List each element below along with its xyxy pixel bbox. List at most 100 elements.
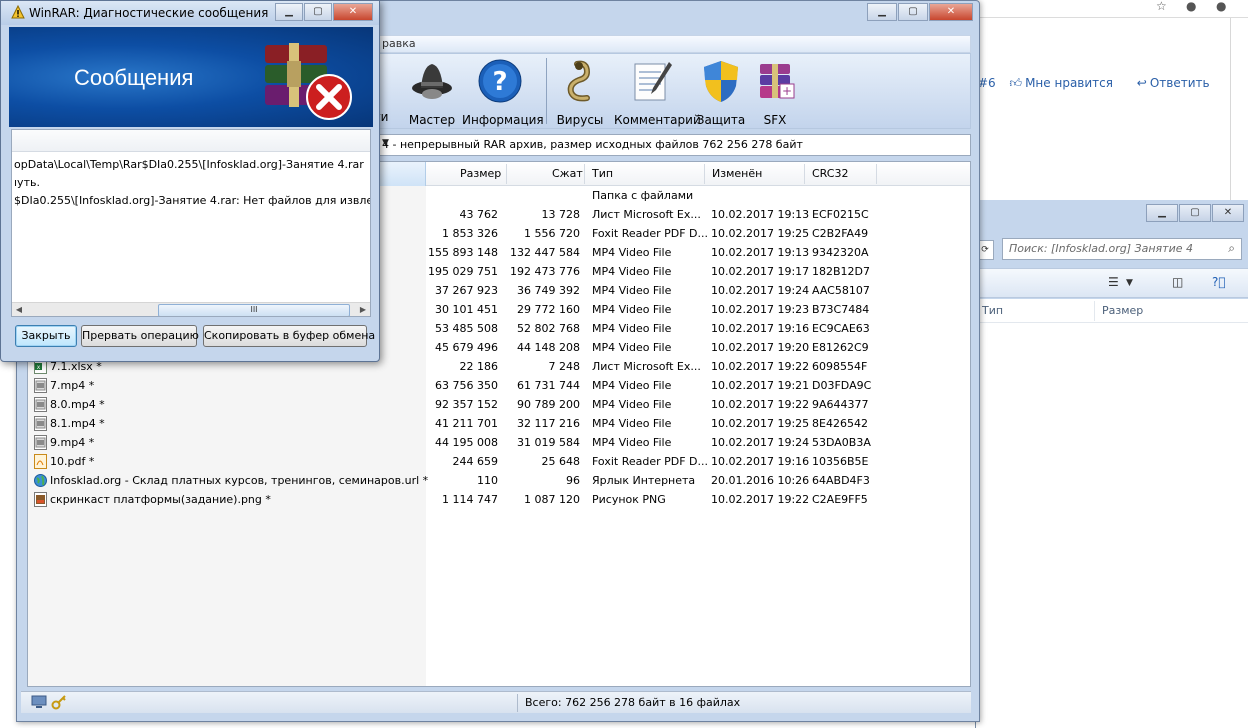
- like-label: Мне нравится: [1025, 76, 1113, 90]
- menu-item-help[interactable]: равка: [382, 37, 416, 50]
- scroll-left-icon[interactable]: ◀: [12, 304, 26, 316]
- maximize-button[interactable]: ▢: [1179, 204, 1211, 222]
- close-button[interactable]: ✕: [929, 3, 973, 21]
- file-row[interactable]: 9.mp4 * 44 195 008 31 019 584 MP4 Video Fil…: [28, 433, 970, 452]
- explorer-search-input[interactable]: Поиск: [Infosklad.org] Занятие 4 ⌕: [1002, 238, 1242, 260]
- file-type: MP4 Video File: [592, 341, 672, 354]
- minimize-button[interactable]: ▁: [867, 3, 897, 21]
- help-icon[interactable]: ?⃝: [1212, 275, 1226, 289]
- file-modified: 10.02.2017 19:13: [711, 208, 810, 221]
- chevron-down-icon[interactable]: ▼: [382, 138, 966, 148]
- toolbar-virus-scan-button[interactable]: Вирусы: [542, 58, 618, 127]
- minimize-button[interactable]: ▁: [275, 3, 303, 21]
- column-separator: [1094, 301, 1095, 321]
- preview-pane-icon[interactable]: ◫: [1172, 275, 1183, 289]
- file-type: Лист Microsoft Ex...: [592, 360, 701, 373]
- column-type[interactable]: Тип: [982, 304, 1003, 317]
- browser-extension-icon[interactable]: ●: [1216, 0, 1226, 13]
- column-separator: [506, 164, 507, 184]
- file-size: 53 485 508: [435, 322, 498, 335]
- file-crc: 53DA0B3A: [812, 436, 871, 449]
- maximize-button[interactable]: ▢: [304, 3, 332, 21]
- close-dialog-button[interactable]: Закрыть: [15, 325, 77, 347]
- sfx-icon: +: [760, 64, 795, 99]
- toolbar-comment-button[interactable]: Комментарий: [614, 58, 701, 127]
- column-crc-header[interactable]: CRC32: [812, 167, 848, 180]
- file-name: Infosklad.org - Склад платных курсов, тр…: [50, 474, 429, 487]
- minimize-button[interactable]: ▁: [1146, 204, 1178, 222]
- file-modified: 20.01.2016 10:26: [711, 474, 810, 487]
- search-placeholder: Поиск: [Infosklad.org] Занятие 4: [1009, 242, 1193, 255]
- close-button[interactable]: ✕: [333, 3, 373, 21]
- maximize-button[interactable]: ▢: [898, 3, 928, 21]
- toolbar-label: Комментарий: [614, 113, 701, 127]
- message-line[interactable]: $DIa0.255\[Infosklad.org]-Занятие 4.rar:…: [14, 194, 370, 207]
- horizontal-scrollbar[interactable]: ◀ III ▶: [12, 302, 370, 316]
- file-modified: 10.02.2017 19:17: [711, 265, 810, 278]
- file-name: 7.mp4 *: [50, 379, 95, 392]
- column-size-header[interactable]: Размер: [460, 167, 501, 180]
- scroll-right-icon[interactable]: ▶: [356, 304, 370, 316]
- toolbar-wizard-button[interactable]: Мастер: [394, 58, 470, 127]
- toolbar-sfx-button[interactable]: + SFX: [740, 58, 810, 127]
- video-file-icon: [34, 397, 47, 412]
- column-separator: [704, 164, 705, 184]
- computer-icon[interactable]: [31, 694, 47, 710]
- file-crc: ECF0215C: [812, 208, 869, 221]
- view-options-icon[interactable]: ☰: [1108, 275, 1119, 289]
- file-type: MP4 Video File: [592, 303, 672, 316]
- column-type-header[interactable]: Тип: [592, 167, 613, 180]
- file-size: 155 893 148: [428, 246, 498, 259]
- file-type: MP4 Video File: [592, 265, 672, 278]
- bookmark-star-icon[interactable]: ☆: [1156, 0, 1167, 13]
- like-link[interactable]: 👍︎ Мне нравится: [1010, 76, 1123, 90]
- copy-to-clipboard-button[interactable]: Скопировать в буфер обмена: [203, 325, 375, 347]
- browser-address-bar[interactable]: ☆ ● ●: [960, 0, 1248, 18]
- url-file-icon: [34, 474, 47, 487]
- reply-label: Ответить: [1149, 76, 1210, 90]
- column-packed-header[interactable]: Сжат: [552, 167, 583, 180]
- reply-link[interactable]: ↩ Ответить: [1137, 76, 1220, 90]
- file-row[interactable]: Infosklad.org - Склад платных курсов, тр…: [28, 471, 970, 490]
- close-button[interactable]: ✕: [1212, 204, 1244, 222]
- file-row[interactable]: 8.1.mp4 * 41 211 701 32 117 216 MP4 Video F…: [28, 414, 970, 433]
- file-type: MP4 Video File: [592, 379, 672, 392]
- column-separator: [804, 164, 805, 184]
- status-bar: Всего: 762 256 278 байт в 16 файлах: [21, 691, 971, 713]
- png-file-icon: [34, 492, 47, 507]
- file-row[interactable]: 7.mp4 * 63 756 350 61 731 744 MP4 Video Fil…: [28, 376, 970, 395]
- abort-operation-button[interactable]: Прервать операцию: [81, 325, 199, 347]
- file-crc: 10356B5E: [812, 455, 869, 468]
- winrar-error-logo: [265, 43, 352, 120]
- file-name: 8.0.mp4 *: [50, 398, 105, 411]
- comment-number[interactable]: #6: [978, 76, 996, 90]
- key-icon[interactable]: [51, 694, 67, 710]
- column-modified-header[interactable]: Изменён: [712, 167, 762, 180]
- file-row[interactable]: 8.0.mp4 * 92 357 152 90 789 200 MP4 Video F…: [28, 395, 970, 414]
- file-size: 22 186: [459, 360, 499, 373]
- file-type: MP4 Video File: [592, 284, 672, 297]
- file-name: 10.pdf *: [50, 455, 95, 468]
- chevron-down-icon[interactable]: ▼: [1126, 278, 1133, 288]
- file-row[interactable]: скринкаст платформы(задание).png * 1 114 …: [28, 490, 970, 509]
- file-size: 37 267 923: [435, 284, 498, 297]
- browser-menu-icon[interactable]: ●: [1186, 0, 1196, 13]
- file-type: MP4 Video File: [592, 322, 672, 335]
- file-size: 44 195 008: [435, 436, 498, 449]
- pdf-file-icon: [34, 454, 47, 469]
- file-type: Лист Microsoft Ex...: [592, 208, 701, 221]
- file-size: 45 679 496: [435, 341, 498, 354]
- search-icon[interactable]: ⌕: [1228, 241, 1235, 256]
- file-row[interactable]: 10.pdf * 244 659 25 648 Foxit Reader PDF D.…: [28, 452, 970, 471]
- file-size: 41 211 701: [435, 417, 498, 430]
- warning-icon: [11, 5, 25, 19]
- column-separator: [876, 164, 877, 184]
- message-list: opData\Local\Temp\Rar$DIa0.255\[Infoskla…: [11, 129, 371, 317]
- toolbar-label: Вирусы: [556, 113, 604, 127]
- dialog-title: WinRAR: Диагностические сообщения: [29, 6, 269, 20]
- scrollbar-thumb[interactable]: III: [158, 304, 350, 316]
- message-line[interactable]: ıуть.: [14, 176, 40, 189]
- toolbar-info-button[interactable]: ? Информация: [462, 58, 544, 127]
- column-size[interactable]: Размер: [1102, 304, 1143, 317]
- message-line[interactable]: opData\Local\Temp\Rar$DIa0.255\[Infoskla…: [14, 158, 364, 171]
